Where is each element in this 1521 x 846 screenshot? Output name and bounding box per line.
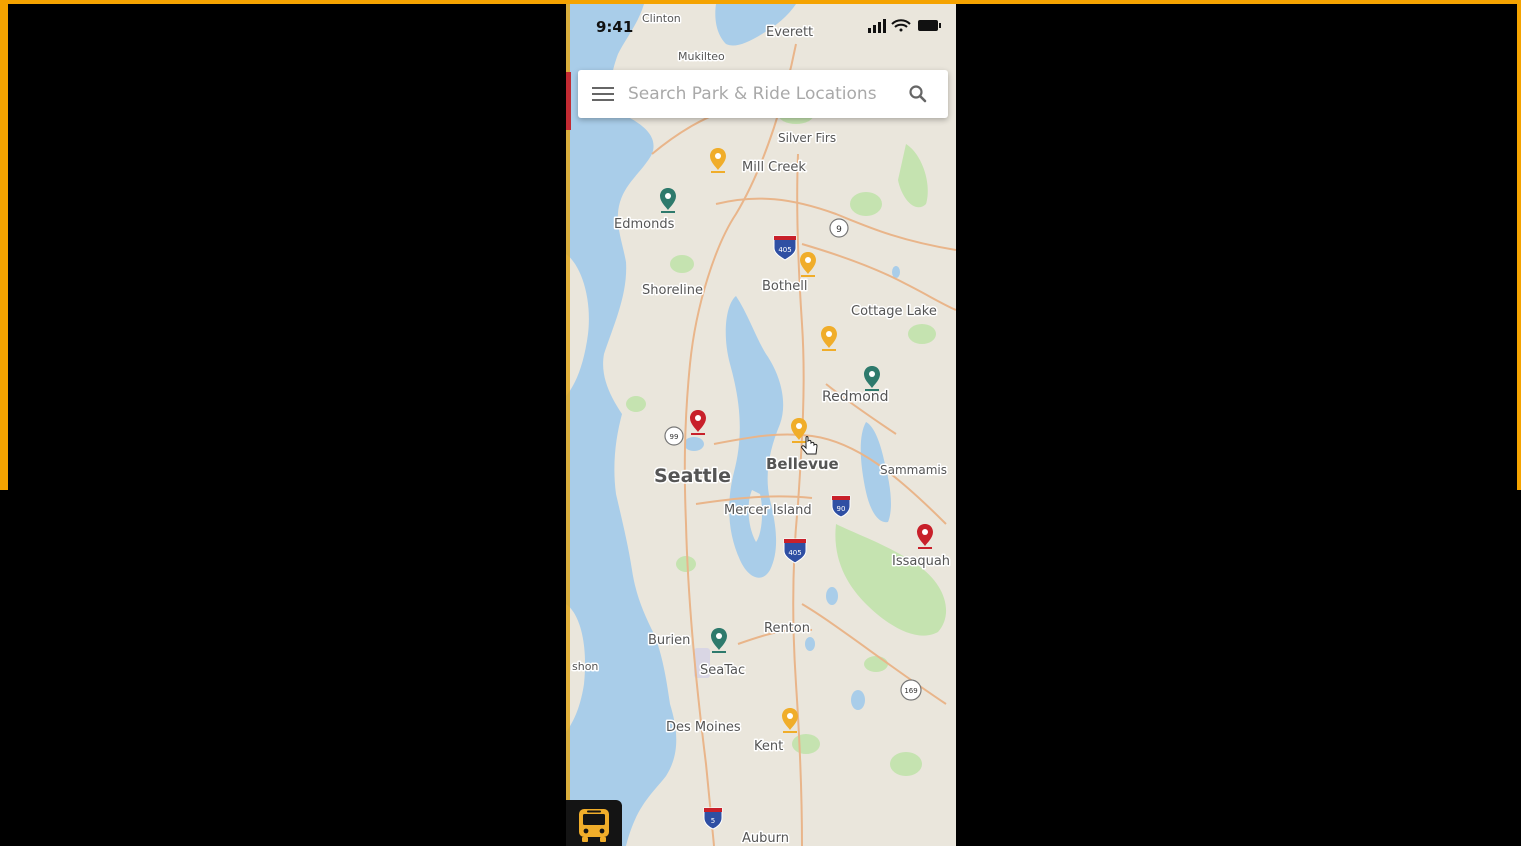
- status-time: 9:41: [596, 18, 634, 36]
- small-lake-3: [805, 637, 815, 651]
- route-99-shield: 99: [664, 426, 684, 446]
- frame-accent-left: [0, 0, 8, 490]
- phone-screen: Clinton Everett Mukilteo Silver Firs Mil…: [566, 4, 956, 846]
- cellular-signal-icon: [868, 19, 886, 33]
- svg-text:169: 169: [904, 687, 917, 695]
- bus-button[interactable]: [566, 800, 622, 846]
- drawer-edge-indicator: [566, 72, 571, 130]
- bus-icon: [579, 809, 609, 842]
- map-label-mill-creek: Mill Creek: [742, 160, 806, 175]
- route-169-shield: 169: [900, 679, 922, 701]
- map-label-mercer-island: Mercer Island: [724, 503, 812, 518]
- phone-edge: [566, 4, 570, 846]
- search-icon[interactable]: [908, 84, 928, 104]
- map-label-shoreline: Shoreline: [642, 283, 703, 298]
- map-label-cottage-lake: Cottage Lake: [851, 304, 937, 319]
- map-label-seattle: Seattle: [654, 465, 731, 487]
- svg-text:405: 405: [778, 246, 791, 254]
- map-label-burien: Burien: [648, 633, 690, 648]
- frame-accent-right: [1517, 0, 1521, 490]
- map-label-seatac: SeaTac: [700, 663, 745, 678]
- status-icons: [868, 19, 941, 33]
- map-label-issaquah: Issaquah: [892, 554, 950, 569]
- status-bar: 9:41: [566, 4, 956, 48]
- map-label-bellevue: Bellevue: [766, 455, 839, 473]
- search-bar: [578, 70, 948, 118]
- svg-text:90: 90: [837, 505, 846, 513]
- map-label-kent: Kent: [754, 739, 783, 754]
- svg-text:99: 99: [670, 433, 679, 441]
- map-label-mukilteo: Mukilteo: [678, 50, 725, 63]
- map-label-bothell: Bothell: [762, 279, 807, 294]
- map-label-shon: shon: [572, 660, 598, 673]
- map-label-edmonds: Edmonds: [614, 217, 675, 232]
- svg-text:5: 5: [711, 817, 715, 825]
- search-input[interactable]: [628, 79, 898, 109]
- map-label-silver-firs: Silver Firs: [778, 131, 836, 145]
- map-view[interactable]: Clinton Everett Mukilteo Silver Firs Mil…: [566, 4, 956, 846]
- wifi-icon: [891, 19, 911, 32]
- map-label-auburn: Auburn: [742, 831, 789, 846]
- small-lake-2: [851, 690, 865, 710]
- map-label-redmond: Redmond: [822, 389, 889, 405]
- map-label-des-moines: Des Moines: [666, 720, 741, 735]
- svg-text:405: 405: [788, 549, 801, 557]
- menu-icon[interactable]: [592, 85, 614, 103]
- svg-text:9: 9: [836, 225, 842, 235]
- green-lake: [684, 437, 704, 451]
- map-label-sammamish: Sammamis: [880, 463, 947, 477]
- small-lake-4: [892, 266, 900, 278]
- map-label-renton: Renton: [764, 621, 810, 636]
- route-9-shield: 9: [829, 218, 849, 238]
- battery-icon: [918, 20, 941, 31]
- small-lake-1: [826, 587, 838, 605]
